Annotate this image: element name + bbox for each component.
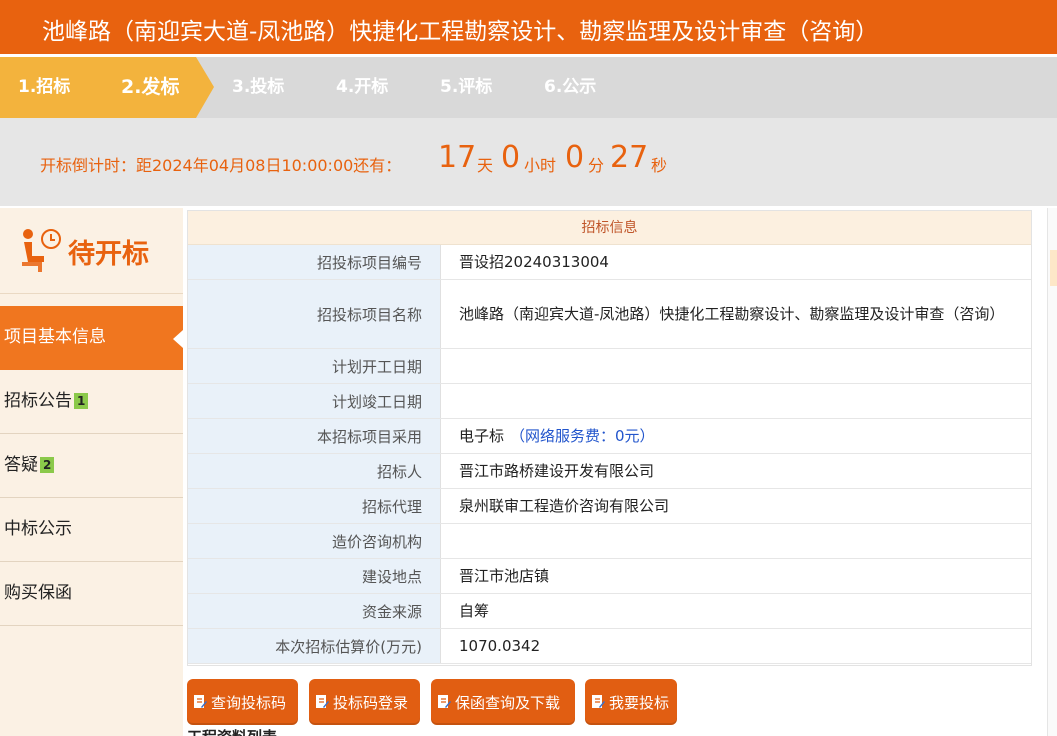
- progress-steps: 1.招标 2.发标 3.投标 4.开标 5.评标 6.公示: [0, 54, 1057, 118]
- status-label: 待开标: [68, 239, 149, 270]
- sidebar-item-buy-guarantee[interactable]: 购买保函: [0, 562, 183, 626]
- bid-code-login-button[interactable]: 投标码登录: [309, 679, 420, 725]
- table-row: 建设地点 晋江市池店镇: [188, 559, 1031, 594]
- countdown-seconds-unit: 秒: [651, 156, 668, 175]
- submit-bid-button[interactable]: 我要投标: [585, 679, 677, 725]
- document-edit-icon: [194, 695, 207, 708]
- project-documents-heading: 工程资料列表: [187, 728, 277, 736]
- table-row: 招投标项目编号 晋设招20240313004: [188, 245, 1031, 280]
- countdown-days-unit: 天: [477, 156, 494, 175]
- row-value: 电子标 （网络服务费：0元）: [441, 419, 1031, 453]
- button-label: 投标码登录: [333, 693, 409, 712]
- table-row: 计划竣工日期: [188, 384, 1031, 419]
- sidebar-item-label: 项目基本信息: [4, 327, 106, 347]
- countdown-seconds: 27: [610, 140, 649, 175]
- table-row: 资金来源 自筹: [188, 594, 1031, 629]
- row-value: 泉州联审工程造价咨询有限公司: [459, 497, 670, 515]
- bid-type: 电子标: [459, 427, 505, 445]
- sidebar-item-qa[interactable]: 答疑 2: [0, 434, 183, 498]
- table-row: 招投标项目名称 池峰路（南迎宾大道-凤池路）快捷化工程勘察设计、勘察监理及设计审…: [188, 280, 1031, 349]
- step-zhaobiao: 1.招标: [18, 77, 71, 97]
- countdown-hours-unit: 小时: [524, 156, 557, 175]
- countdown-minutes: 0: [565, 140, 585, 175]
- step-kaibiao: 4.开标: [336, 77, 389, 97]
- countdown-minutes-unit: 分: [588, 156, 605, 175]
- countdown-bar: 开标倒计时：距2024年04月08日10:00:00还有： 17 天 0 小时 …: [0, 118, 1057, 206]
- row-label: 招投标项目编号: [188, 245, 441, 279]
- countdown-days: 17: [438, 140, 477, 175]
- status-box: 待开标: [0, 208, 183, 294]
- row-label: 招标代理: [188, 489, 441, 523]
- row-label: 造价咨询机构: [188, 524, 441, 558]
- row-value: [441, 384, 1031, 418]
- document-edit-icon: [438, 695, 451, 708]
- table-row: 本招标项目采用 电子标 （网络服务费：0元）: [188, 419, 1031, 454]
- sidebar-item-project-info[interactable]: 项目基本信息: [0, 306, 183, 370]
- step-gongshi: 6.公示: [544, 77, 597, 97]
- count-badge: 2: [40, 457, 55, 473]
- row-label: 建设地点: [188, 559, 441, 593]
- row-value: 晋设招20240313004: [459, 253, 609, 271]
- document-edit-icon: [591, 695, 605, 708]
- sidebar: 待开标 项目基本信息 招标公告 1 答疑 2 中标公示 购买保函: [0, 208, 183, 736]
- table-row: 本次招标估算价(万元) 1070.0342: [188, 629, 1031, 664]
- row-value: 1070.0342: [459, 637, 541, 655]
- tender-info-panel: 招标信息 招投标项目编号 晋设招20240313004 招投标项目名称 池峰路（…: [187, 210, 1032, 666]
- table-row: 招标人 晋江市路桥建设开发有限公司: [188, 454, 1031, 489]
- sidebar-item-label: 答疑: [4, 455, 38, 475]
- row-label: 招投标项目名称: [188, 280, 441, 348]
- button-label: 保函查询及下载: [455, 693, 561, 712]
- guarantee-query-download-button[interactable]: 保函查询及下载: [431, 679, 575, 725]
- countdown-hours: 0: [501, 140, 521, 175]
- table-row: 计划开工日期: [188, 349, 1031, 384]
- count-badge: 1: [74, 393, 89, 409]
- sidebar-item-tender-notice[interactable]: 招标公告 1: [0, 370, 183, 434]
- table-row: 招标代理 泉州联审工程造价咨询有限公司: [188, 489, 1031, 524]
- row-value: [441, 349, 1031, 383]
- title-bar: 池峰路（南迎宾大道-凤池路）快捷化工程勘察设计、勘察监理及设计审查（咨询）: [0, 0, 1057, 54]
- table-row: 造价咨询机构: [188, 524, 1031, 559]
- button-label: 查询投标码: [211, 693, 287, 712]
- row-value: [441, 524, 1031, 558]
- document-edit-icon: [316, 695, 329, 708]
- sidebar-item-label: 中标公示: [4, 519, 72, 539]
- row-value: 晋江市路桥建设开发有限公司: [459, 462, 655, 480]
- button-label: 我要投标: [608, 693, 669, 712]
- step-toubiao: 3.投标: [232, 77, 285, 97]
- countdown-label: 开标倒计时：距2024年04月08日10:00:00还有：: [40, 156, 402, 175]
- sidebar-item-label: 购买保函: [4, 583, 72, 603]
- row-label: 计划竣工日期: [188, 384, 441, 418]
- query-bid-code-button[interactable]: 查询投标码: [187, 679, 298, 725]
- step-fabiao: 2.发标: [121, 76, 180, 98]
- row-value: 自筹: [459, 602, 490, 620]
- waiting-person-icon: [22, 229, 61, 272]
- sidebar-item-label: 招标公告: [4, 391, 72, 411]
- panel-heading: 招标信息: [188, 211, 1031, 245]
- row-value: 晋江市池店镇: [459, 567, 550, 585]
- service-fee-note: （网络服务费：0元）: [510, 427, 655, 445]
- right-edge-tab: [1050, 250, 1057, 286]
- sidebar-item-award-notice[interactable]: 中标公示: [0, 498, 183, 562]
- row-label: 计划开工日期: [188, 349, 441, 383]
- step-pingbiao: 5.评标: [440, 77, 493, 97]
- row-label: 本招标项目采用: [188, 419, 441, 453]
- row-label: 招标人: [188, 454, 441, 488]
- right-edge-panel: [1047, 208, 1057, 736]
- row-label: 本次招标估算价(万元): [188, 629, 441, 663]
- row-label: 资金来源: [188, 594, 441, 628]
- page-title: 池峰路（南迎宾大道-凤池路）快捷化工程勘察设计、勘察监理及设计审查（咨询）: [42, 19, 879, 45]
- active-step-arrow: [196, 57, 214, 118]
- row-value: 池峰路（南迎宾大道-凤池路）快捷化工程勘察设计、勘察监理及设计审查（咨询）: [459, 305, 1005, 323]
